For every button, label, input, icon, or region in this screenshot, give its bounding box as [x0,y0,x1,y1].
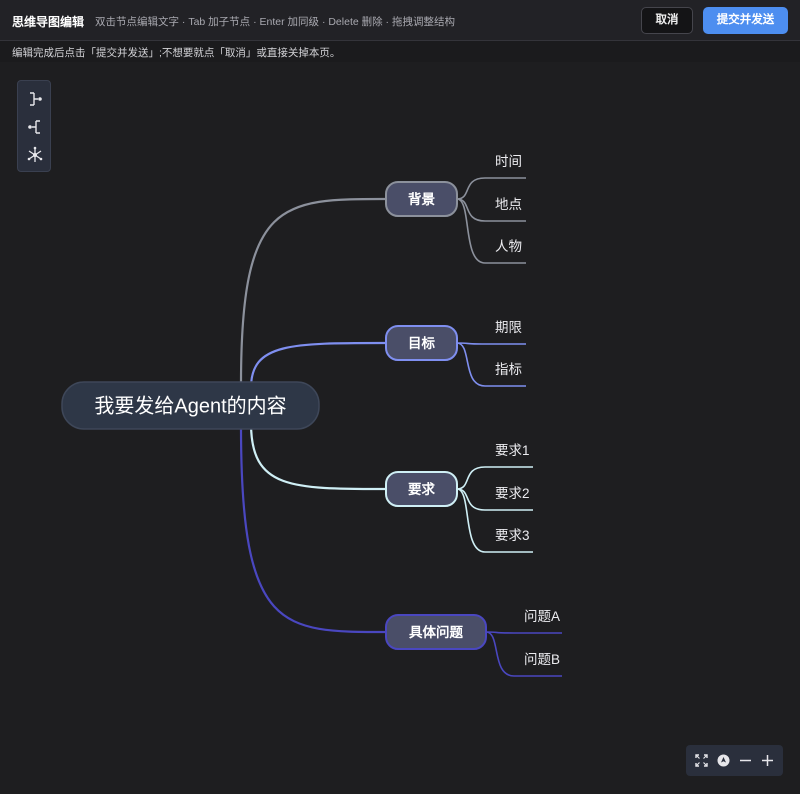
child-node[interactable]: 期限 [495,320,523,335]
branch-node[interactable]: 具体问题 [385,614,487,650]
branch-node[interactable]: 目标 [385,325,458,361]
root-label: 我要发给Agent的内容 [94,395,286,418]
branch-label: 具体问题 [408,624,463,640]
branch-node[interactable]: 背景 [385,181,458,217]
child-node[interactable]: 要求3 [495,528,530,543]
layout-right-icon[interactable] [25,89,45,109]
root-node[interactable]: 我要发给Agent的内容 [61,381,320,430]
branch-edge [249,422,387,491]
child-node[interactable]: 指标 [495,362,522,377]
branch-edge [239,426,387,634]
child-node[interactable]: 问题A [524,609,560,624]
fit-screen-icon[interactable] [692,751,711,770]
zoom-controls [686,745,783,776]
mindmap-graph: 时间地点人物 背景期限指标 目标要求1 要求2 要求3 要求问题A 问题B 具体问题 我要发给A… [61,154,562,677]
branch-node[interactable]: 要求 [385,471,458,507]
child-node[interactable]: 人物 [495,239,522,254]
locate-icon[interactable] [714,751,733,770]
child-edge [456,177,526,200]
branch-edge [239,197,387,385]
child-edge [485,631,562,634]
child-node[interactable]: 要求1 [495,443,530,458]
branch-label: 要求 [408,481,435,497]
zoom-out-icon[interactable] [736,751,755,770]
layout-toolbar [17,80,51,172]
child-node[interactable]: 地点 [495,197,522,212]
layout-left-icon[interactable] [25,117,45,137]
zoom-in-icon[interactable] [758,751,777,770]
mindmap-editor-app: 思维导图编辑 双击节点编辑文字 · Tab 加子节点 · Enter 加同级 ·… [0,0,800,794]
branch-label: 背景 [408,191,435,207]
branch-label: 目标 [408,335,435,351]
child-node[interactable]: 时间 [495,154,522,169]
child-node[interactable]: 要求2 [495,486,530,501]
child-edge [456,342,526,345]
child-node[interactable]: 问题B [524,652,560,667]
layout-radial-icon[interactable] [25,145,45,165]
